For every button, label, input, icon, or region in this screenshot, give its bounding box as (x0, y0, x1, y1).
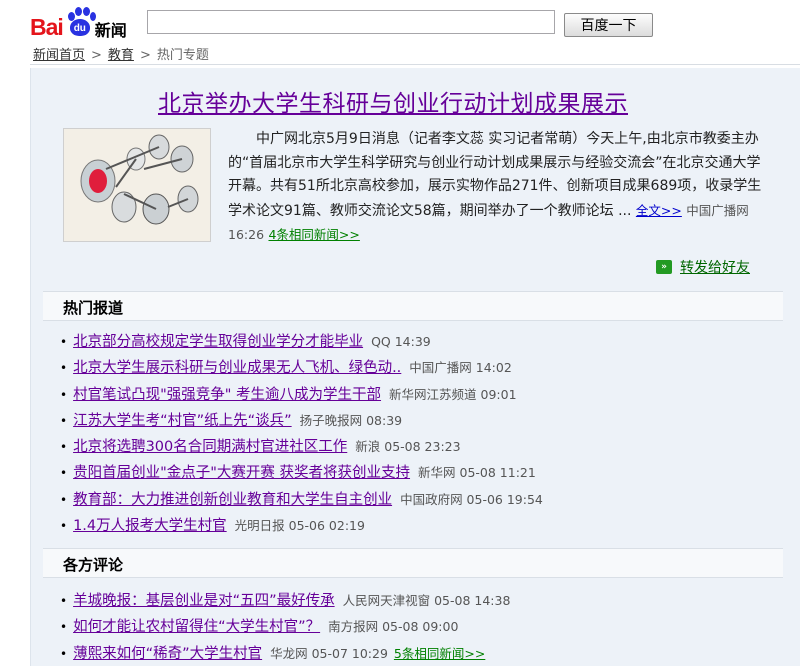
list-item: • 1.4万人报考大学生村官 光明日报 05-06 02:19 (60, 513, 543, 539)
news-link[interactable]: 羊城晚报：基层创业是对“五四”最好传承 (73, 593, 335, 609)
related-news-link[interactable]: 4条相同新闻>> (268, 227, 359, 242)
news-meta: 新华网 05-08 11:21 (418, 465, 536, 481)
list-item: • 教育部：大力推进创新创业教育和大学生自主创业 中国政府网 05-06 19:54 (60, 487, 543, 513)
news-link[interactable]: 江苏大学生考“村官”纸上先“谈兵” (73, 413, 292, 429)
hot-reports-title: 热门报道 (63, 299, 124, 317)
news-link[interactable]: 村官笔试凸现"强强竞争" 考生逾八成为学生干部 (73, 387, 381, 403)
commentary-title: 各方评论 (63, 556, 124, 574)
list-item: • 北京大学生展示科研与创业成果无人飞机、绿色动.. 中国广播网 14:02 (60, 355, 543, 381)
news-meta: 中国广播网 14:02 (409, 360, 512, 376)
list-item: • 北京部分高校规定学生取得创业学分才能毕业 QQ 14:39 (60, 329, 543, 355)
list-item: • 贵阳首届创业"金点子"大赛开赛 获奖者将获创业支持 新华网 05-08 11:2… (60, 460, 543, 486)
list-item: • 村官笔试凸现"强强竞争" 考生逾八成为学生干部 新华网江苏频道 09:01 (60, 382, 543, 408)
bullet-icon: • (60, 519, 68, 534)
news-meta: QQ 14:39 (371, 334, 431, 349)
bullet-icon: • (60, 646, 68, 661)
news-meta: 新华网江苏频道 09:01 (389, 386, 517, 402)
bullet-icon: • (60, 413, 68, 428)
fulltext-link[interactable]: 全文>> (636, 203, 682, 218)
hot-reports-header: 热门报道 (43, 291, 783, 321)
news-link[interactable]: 北京大学生展示科研与创业成果无人飞机、绿色动.. (73, 360, 401, 376)
news-meta: 人民网天津视窗 05-08 14:38 (342, 593, 511, 608)
lab-equipment-image (64, 129, 210, 241)
search-button[interactable]: 百度一下 (564, 13, 653, 37)
summary-text: 中广网北京5月9日消息（记者李文蕊 实习记者常萌）今天上午,由北京市教委主办的“… (228, 131, 762, 219)
commentary-header: 各方评论 (43, 548, 783, 578)
news-meta: 南方报网 05-08 09:00 (328, 619, 459, 635)
bullet-icon: • (60, 594, 68, 608)
header-divider (30, 64, 800, 65)
bullet-icon: • (60, 387, 68, 402)
breadcrumb: 新闻首页 > 教育 > 热门专题 (33, 44, 209, 63)
news-link[interactable]: 教育部：大力推进创新创业教育和大学生自主创业 (73, 492, 392, 508)
news-link[interactable]: 贵阳首届创业"金点子"大赛开赛 获奖者将获创业支持 (73, 465, 410, 481)
breadcrumb-home-link[interactable]: 新闻首页 (33, 48, 85, 63)
forward-to-friend[interactable]: » 转发给好友 (656, 257, 750, 277)
news-link[interactable]: 薄熙来如何“稀奇”大学生村官 (73, 646, 262, 662)
news-link[interactable]: 北京将选聘300名合同期满村官进社区工作 (73, 439, 347, 455)
list-item: • 薄熙来如何“稀奇”大学生村官 华龙网 05-07 10:29 5条相同新闻>> (60, 641, 510, 667)
news-meta: 光明日报 05-06 02:19 (234, 518, 365, 534)
breadcrumb-education-link[interactable]: 教育 (108, 48, 134, 63)
news-meta: 扬子晚报网 08:39 (299, 412, 403, 428)
news-meta: 华龙网 05-07 10:29 (270, 645, 388, 661)
breadcrumb-separator: > (139, 48, 151, 63)
baidu-news-logo[interactable]: Bai du 新闻 (30, 6, 127, 40)
paw-icon: du (64, 6, 96, 40)
news-meta: 中国政府网 05-06 19:54 (400, 491, 543, 507)
list-item: • 羊城晚报：基层创业是对“五四”最好传承 人民网天津视窗 05-08 14:38 (60, 588, 510, 614)
forward-arrow-icon: » (656, 260, 672, 274)
bullet-icon: • (60, 361, 68, 376)
news-link[interactable]: 北京部分高校规定学生取得创业学分才能毕业 (73, 334, 363, 350)
bullet-icon: • (60, 466, 68, 481)
logo-du-text: du (69, 19, 90, 36)
breadcrumb-separator: > (91, 48, 102, 63)
bullet-icon: • (60, 440, 68, 455)
news-link[interactable]: 如何才能让农村留得住“大学生村官”？ (73, 619, 320, 635)
headline-summary: 中广网北京5月9日消息（记者李文蕊 实习记者常萌）今天上午,由北京市教委主办的“… (228, 128, 768, 248)
news-link[interactable]: 1.4万人报考大学生村官 (73, 518, 227, 534)
bullet-icon: • (60, 620, 68, 635)
list-item: • 江苏大学生考“村官”纸上先“谈兵” 扬子晚报网 08:39 (60, 408, 543, 434)
hot-reports-list: • 北京部分高校规定学生取得创业学分才能毕业 QQ 14:39 • 北京大学生展示科研与… (60, 329, 543, 539)
logo-bai-text: Bai (30, 14, 64, 40)
breadcrumb-current: 热门专题 (156, 48, 209, 63)
news-photo[interactable] (63, 128, 211, 242)
bullet-icon: • (60, 335, 68, 349)
list-item: • 北京将选聘300名合同期满村官进社区工作 新浪 05-08 23:23 (60, 434, 543, 460)
list-item: • 如何才能让农村留得住“大学生村官”？ 南方报网 05-08 09:00 (60, 614, 510, 640)
search-input[interactable] (147, 10, 555, 34)
bullet-icon: • (60, 492, 68, 507)
news-meta: 新浪 05-08 23:23 (355, 439, 461, 455)
related-news-link[interactable]: 5条相同新闻>> (394, 646, 485, 661)
forward-label: 转发给好友 (680, 260, 750, 276)
commentary-list: • 羊城晚报：基层创业是对“五四”最好传承 人民网天津视窗 05-08 14:38 •… (60, 588, 510, 667)
headline-title-link[interactable]: 北京举办大学生科研与创业行动计划成果展示 (158, 84, 628, 118)
logo-news-text: 新闻 (94, 21, 127, 40)
